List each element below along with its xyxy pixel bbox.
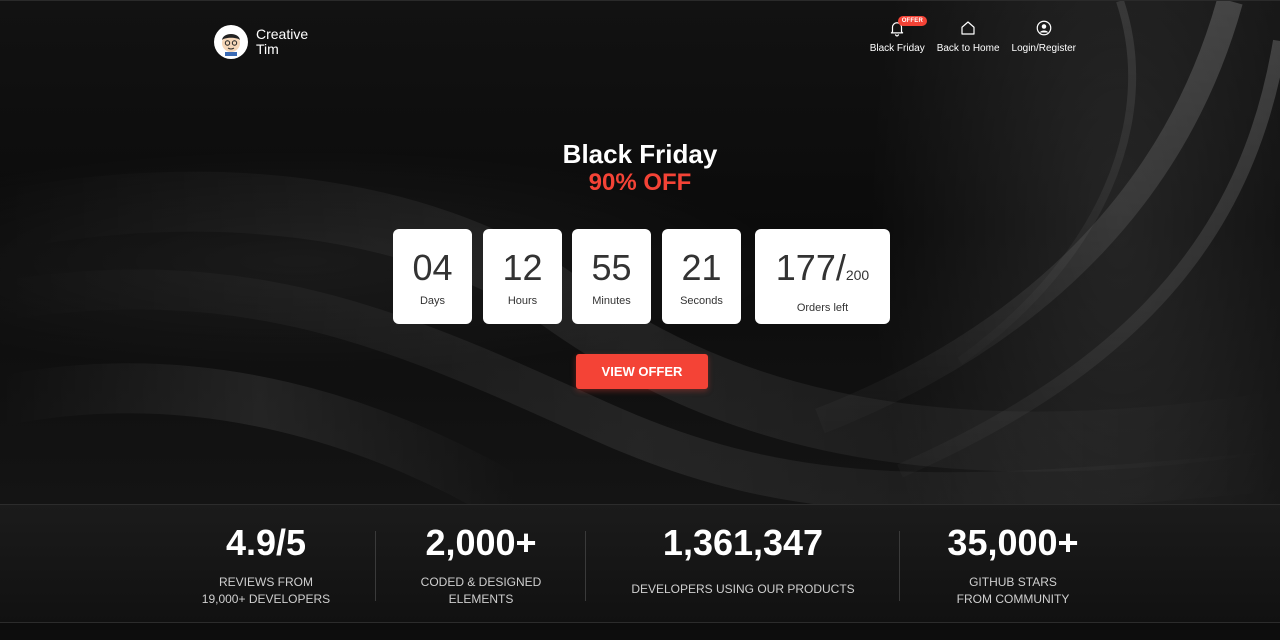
countdown-value: 21	[681, 247, 722, 288]
countdown-seconds: 21 Seconds	[662, 229, 741, 324]
countdown-days: 04 Days	[393, 229, 472, 324]
orders-value: 177/200	[775, 247, 870, 288]
page-title: Black Friday	[562, 139, 718, 169]
countdown-label: Days	[419, 295, 446, 307]
countdown-label: Seconds	[680, 295, 723, 307]
stat-value: 1,361,347	[662, 522, 824, 563]
stat-desc: CODED & DESIGNED ELEMENTS	[420, 575, 542, 606]
stat-developers: 1,361,347 DEVELOPERS USING OUR PRODUCTS	[613, 523, 873, 598]
top-nav: OFFER Black Friday Back to Home Login/Re…	[869, 16, 1076, 54]
countdown-value: 04	[412, 247, 453, 288]
stat-desc: DEVELOPERS USING OUR PRODUCTS	[631, 582, 855, 596]
countdown: 04 Days 12 Hours 55 Minutes 21 Seconds 1…	[393, 229, 890, 324]
nav-login-register[interactable]: Login/Register	[1012, 19, 1076, 54]
nav-label: Black Friday	[869, 43, 925, 54]
user-circle-icon	[1036, 20, 1052, 36]
offer-badge: OFFER	[897, 16, 928, 26]
hero-section: Creative Tim OFFER Black Friday Back to …	[0, 0, 1280, 504]
orders-left-tile: 177/200 Orders left	[755, 229, 890, 324]
stat-desc: REVIEWS FROM 19,000+ DEVELOPERS	[201, 575, 331, 606]
countdown-value: 55	[591, 247, 632, 288]
countdown-label: Hours	[507, 295, 538, 307]
headline: Black Friday 90% OFF	[0, 139, 1280, 197]
discount-text: 90% OFF	[588, 169, 692, 196]
brand-name: Creative Tim	[256, 26, 309, 57]
stats-bar: 4.9/5 REVIEWS FROM 19,000+ DEVELOPERS 2,…	[0, 504, 1280, 623]
stat-divider	[585, 531, 586, 601]
nav-label: Login/Register	[1011, 43, 1076, 54]
countdown-label: Minutes	[592, 295, 631, 307]
stat-desc: GITHUB STARS FROM COMMUNITY	[956, 575, 1070, 606]
stat-elements: 2,000+ CODED & DESIGNED ELEMENTS	[400, 523, 562, 608]
mascot-icon	[222, 34, 240, 56]
brand-logo[interactable]: Creative Tim	[214, 25, 316, 59]
countdown-hours: 12 Hours	[483, 229, 562, 324]
nav-label: Back to Home	[936, 43, 1000, 54]
countdown-minutes: 55 Minutes	[572, 229, 651, 324]
stat-value: 2,000+	[425, 522, 537, 563]
stat-value: 4.9/5	[225, 522, 307, 563]
avatar	[214, 25, 248, 59]
stat-divider	[375, 531, 376, 601]
stat-reviews: 4.9/5 REVIEWS FROM 19,000+ DEVELOPERS	[186, 523, 346, 608]
stat-divider	[899, 531, 900, 601]
nav-black-friday[interactable]: OFFER Black Friday	[869, 16, 928, 54]
stat-value: 35,000+	[947, 522, 1079, 563]
view-offer-button[interactable]: VIEW OFFER	[576, 354, 708, 389]
stat-github-stars: 35,000+ GITHUB STARS FROM COMMUNITY	[928, 523, 1098, 608]
home-icon	[961, 21, 975, 35]
nav-back-to-home[interactable]: Back to Home	[937, 19, 1000, 54]
orders-total: 200	[845, 267, 870, 283]
orders-label: Orders left	[796, 302, 849, 314]
footer-strip	[0, 623, 1280, 640]
countdown-value: 12	[502, 247, 543, 288]
